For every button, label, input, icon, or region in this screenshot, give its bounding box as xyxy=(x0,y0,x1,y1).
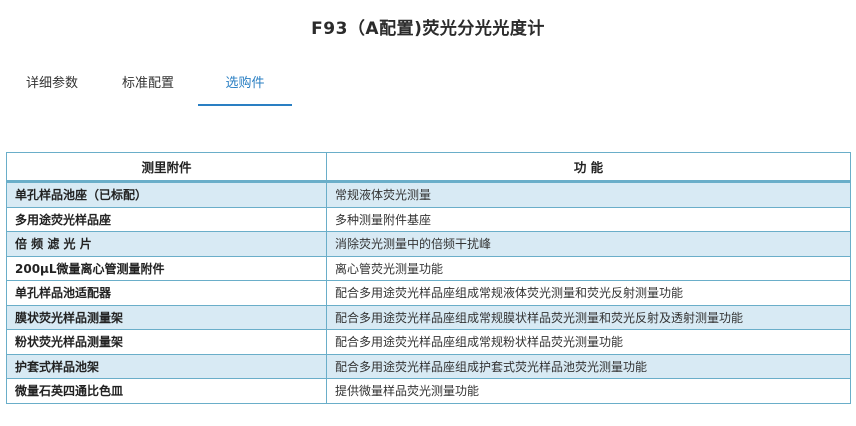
accessory-function: 消除荧光测量中的倍频干扰峰 xyxy=(326,231,851,257)
table-header-row: 测里附件 功 能 xyxy=(6,152,851,183)
column-header-function: 功 能 xyxy=(326,152,851,183)
accessory-function: 配合多用途荧光样品座组成常规液体荧光测量和荧光反射测量功能 xyxy=(326,280,851,306)
tab-standard-config[interactable]: 标准配置 xyxy=(98,66,198,104)
table-row: 200μL微量离心管测量附件 离心管荧光测量功能 xyxy=(6,255,851,281)
accessory-name: 护套式样品池架 xyxy=(6,353,327,379)
tab-bar: 详细参数 标准配置 选购件 xyxy=(6,66,292,106)
tab-optional-parts[interactable]: 选购件 xyxy=(198,66,292,106)
accessory-name: 单孔样品池适配器 xyxy=(6,280,327,306)
table-row: 单孔样品池座（已标配） 常规液体荧光测量 xyxy=(6,181,851,208)
table-row: 多用途荧光样品座 多种测量附件基座 xyxy=(6,206,851,232)
table-row: 倍 频 滤 光 片 消除荧光测量中的倍频干扰峰 xyxy=(6,231,851,257)
page-title: F93（A配置)荧光分光光度计 xyxy=(311,19,545,39)
accessory-function: 配合多用途荧光样品座组成常规粉状样品荧光测量功能 xyxy=(326,329,851,355)
accessory-name: 倍 频 滤 光 片 xyxy=(6,231,327,257)
accessory-function: 多种测量附件基座 xyxy=(326,206,851,232)
table-row: 微量石英四通比色皿 提供微量样品荧光测量功能 xyxy=(6,378,851,404)
table-row: 膜状荧光样品测量架 配合多用途荧光样品座组成常规膜状样品荧光测量和荧光反射及透射… xyxy=(6,304,851,330)
accessory-name: 200μL微量离心管测量附件 xyxy=(6,255,327,281)
accessory-name: 粉状荧光样品测量架 xyxy=(6,329,327,355)
column-header-accessory: 测里附件 xyxy=(6,152,327,183)
accessory-name: 单孔样品池座（已标配） xyxy=(6,181,327,208)
accessory-table: 测里附件 功 能 单孔样品池座（已标配） 常规液体荧光测量 多用途荧光样品座 多… xyxy=(6,152,851,404)
accessory-name: 微量石英四通比色皿 xyxy=(6,378,327,404)
table-row: 单孔样品池适配器 配合多用途荧光样品座组成常规液体荧光测量和荧光反射测量功能 xyxy=(6,280,851,306)
accessory-function: 离心管荧光测量功能 xyxy=(326,255,851,281)
accessory-function: 常规液体荧光测量 xyxy=(326,181,851,208)
accessory-name: 膜状荧光样品测量架 xyxy=(6,304,327,330)
accessory-function: 配合多用途荧光样品座组成护套式荧光样品池荧光测量功能 xyxy=(326,353,851,379)
table-row: 粉状荧光样品测量架 配合多用途荧光样品座组成常规粉状样品荧光测量功能 xyxy=(6,329,851,355)
tab-detailed-params[interactable]: 详细参数 xyxy=(6,66,98,104)
accessory-function: 提供微量样品荧光测量功能 xyxy=(326,378,851,404)
accessory-function: 配合多用途荧光样品座组成常规膜状样品荧光测量和荧光反射及透射测量功能 xyxy=(326,304,851,330)
accessory-name: 多用途荧光样品座 xyxy=(6,206,327,232)
table-row: 护套式样品池架 配合多用途荧光样品座组成护套式荧光样品池荧光测量功能 xyxy=(6,353,851,379)
